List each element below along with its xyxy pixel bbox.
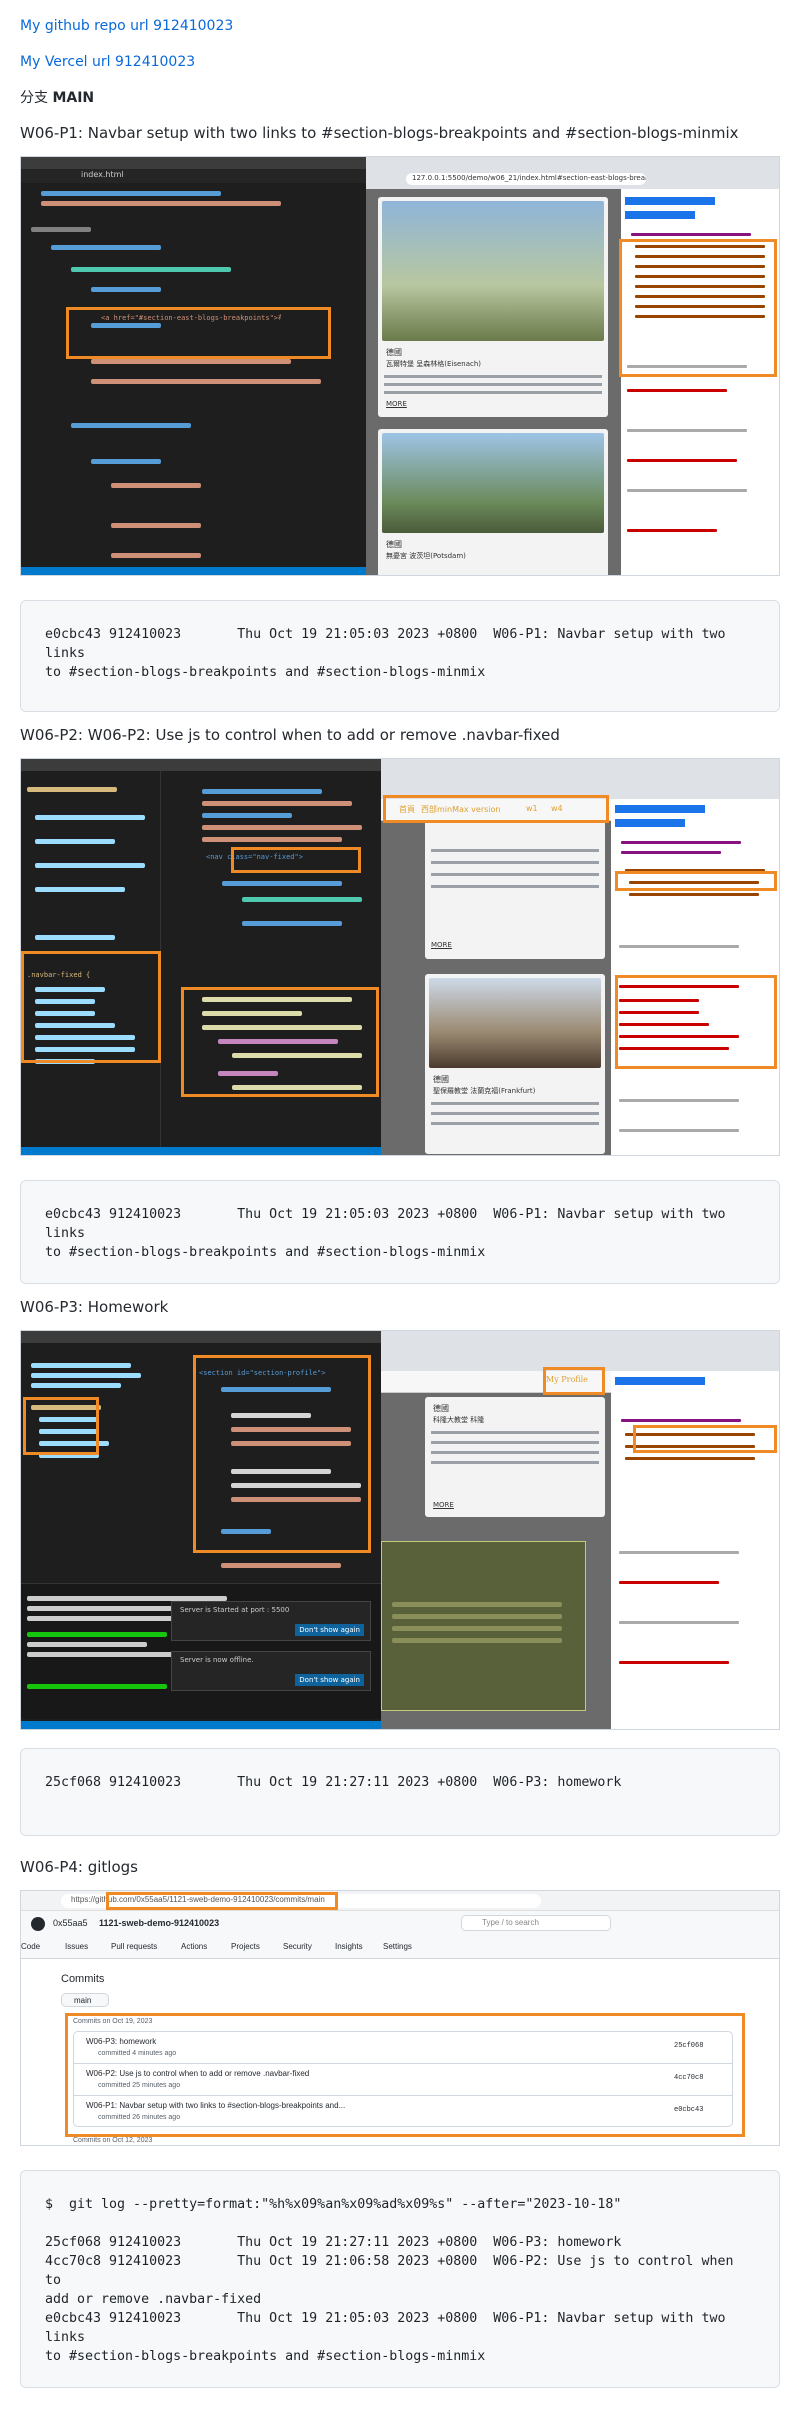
highlight-devtools-box bbox=[619, 239, 777, 377]
card-p3-title: 德國 bbox=[433, 1404, 449, 1413]
browser-viewport: 德國 瓦爾特堡 呈森林格(Eisenach) MORE 德國 無憂宮 波茨坦(P… bbox=[366, 189, 621, 575]
blog-card-p2-2: 德國 聖保羅教堂 法蘭克福(Frankfurt) bbox=[425, 974, 605, 1154]
branch-selector[interactable]: main bbox=[61, 1993, 109, 2007]
branch-name: MAIN bbox=[52, 90, 95, 106]
browser-chrome: 127.0.0.1:5500/demo/w06_21/index.html#se… bbox=[366, 157, 779, 189]
highlight-profile-nav bbox=[543, 1367, 605, 1395]
screenshot-p4: https://github.com/0x55aa5/1121-sweb-dem… bbox=[20, 1890, 780, 2146]
browser-viewport-p2: MORE 德國 聖保羅教堂 法蘭克福(Frankfurt) bbox=[381, 799, 611, 1155]
repo-tabs: Code Issues Pull requests Actions Projec… bbox=[21, 1939, 421, 1957]
search-input[interactable]: Type / to search bbox=[461, 1915, 611, 1931]
highlight-commits bbox=[65, 2013, 745, 2137]
highlight-nav-code bbox=[231, 847, 361, 873]
card-p3-more[interactable]: MORE bbox=[433, 1501, 454, 1509]
tab-settings[interactable]: Settings bbox=[383, 1942, 412, 1951]
card1-more-link[interactable]: MORE bbox=[386, 400, 407, 408]
github-repo-link[interactable]: My github repo url 912410023 bbox=[20, 16, 780, 36]
highlight-url bbox=[106, 1892, 338, 1910]
tab-insights[interactable]: Insights bbox=[335, 1942, 363, 1951]
vscode-editor: <a href="#section-east-blogs-breakpoints… bbox=[21, 183, 366, 567]
notification-server-offline: Server is now offline. Don't show again bbox=[171, 1651, 371, 1691]
highlight-dt-element bbox=[615, 871, 777, 891]
repo-name[interactable]: 1121-sweb-demo-912410023 bbox=[99, 1918, 219, 1928]
highlight-css-box bbox=[21, 951, 161, 1063]
blog-card-p3: 德國 科隆大教堂 科隆 MORE bbox=[425, 1397, 605, 1517]
tab-code[interactable]: Code bbox=[21, 1942, 40, 1951]
screenshot-p1: index.html <a href="#section-east-blogs-… bbox=[20, 156, 780, 576]
tab-issues[interactable]: Issues bbox=[65, 1942, 88, 1951]
section-title-p4: W06-P4: gitlogs bbox=[20, 1858, 138, 1876]
vscode-tabs: index.html bbox=[21, 169, 366, 183]
blog-card-2: 德國 無憂宮 波茨坦(Potsdam) bbox=[378, 429, 608, 575]
address-bar[interactable]: 127.0.0.1:5500/demo/w06_21/index.html#se… bbox=[406, 173, 646, 185]
blog-card-1: 德國 瓦爾特堡 呈森林格(Eisenach) MORE bbox=[378, 197, 608, 417]
owner-name[interactable]: 0x55aa5 bbox=[53, 1918, 88, 1928]
branch-heading: 分支 MAIN bbox=[20, 88, 780, 108]
tab-actions[interactable]: Actions bbox=[181, 1942, 207, 1951]
dont-show-button-2[interactable]: Don't show again bbox=[295, 1674, 364, 1686]
highlight-code-box bbox=[66, 307, 331, 359]
notification-server-started: Server is Started at port : 5500 Don't s… bbox=[171, 1601, 371, 1641]
highlight-dt-styles bbox=[615, 975, 777, 1069]
highlight-navbar bbox=[383, 795, 609, 823]
commits-heading: Commits bbox=[61, 1973, 105, 1985]
git-log-block-p4: $ git log --pretty=format:"%h%x09%an%x09… bbox=[20, 2170, 780, 2388]
vscode-titlebar bbox=[21, 157, 366, 169]
branch-prefix: 分支 bbox=[20, 90, 48, 106]
browser-viewport-p3: 德國 科隆大教堂 科隆 MORE bbox=[381, 1371, 611, 1729]
tab-projects[interactable]: Projects bbox=[231, 1942, 260, 1951]
vercel-link[interactable]: My Vercel url 912410023 bbox=[20, 52, 780, 72]
card-p3-sub: 科隆大教堂 科隆 bbox=[433, 1416, 485, 1424]
card1-title: 德國 bbox=[386, 348, 402, 357]
github-logo-icon[interactable] bbox=[31, 1917, 45, 1931]
tab-pull-requests[interactable]: Pull requests bbox=[111, 1942, 157, 1951]
git-log-block-p2: e0cbc43 912410023 Thu Oct 19 21:05:03 20… bbox=[20, 1180, 780, 1284]
commit-group-oct12: Commits on Oct 12, 2023 bbox=[73, 2137, 153, 2144]
card-p2-sub: 聖保羅教堂 法蘭克福(Frankfurt) bbox=[433, 1087, 536, 1095]
tab-security[interactable]: Security bbox=[283, 1942, 312, 1951]
card1-sub: 瓦爾特堡 呈森林格(Eisenach) bbox=[386, 360, 482, 368]
dont-show-button-1[interactable]: Don't show again bbox=[295, 1624, 364, 1636]
page: My github repo url 912410023 My Vercel u… bbox=[0, 0, 800, 2388]
screenshot-p3: <section id="section-profile"> Server is… bbox=[20, 1330, 780, 1730]
git-log-block-p1: e0cbc43 912410023 Thu Oct 19 21:05:03 20… bbox=[20, 600, 780, 712]
profile-section bbox=[381, 1541, 586, 1711]
card2-sub: 無憂宮 波茨坦(Potsdam) bbox=[386, 552, 466, 560]
card-p2-title: 德國 bbox=[433, 1075, 449, 1084]
screenshot-p2: .navbar-fixed { <nav class="nav-fixed"> bbox=[20, 758, 780, 1156]
highlight-html-p3 bbox=[193, 1355, 371, 1553]
vscode-tab-label[interactable]: index.html bbox=[81, 170, 124, 179]
card-p2-more[interactable]: MORE bbox=[431, 941, 452, 949]
blog-card-p2-1: MORE bbox=[425, 809, 605, 959]
github-header: 0x55aa5 1121-sweb-demo-912410023 Type / … bbox=[21, 1911, 779, 1959]
highlight-css-p3 bbox=[23, 1397, 99, 1455]
section-title-p1: W06-P1: Navbar setup with two links to #… bbox=[20, 124, 739, 142]
highlight-js-code bbox=[181, 987, 379, 1097]
section-title-p2: W06-P2: W06-P2: Use js to control when t… bbox=[20, 726, 560, 744]
section-title-p3: W06-P3: Homework bbox=[20, 1298, 169, 1316]
vscode-statusbar bbox=[21, 567, 366, 575]
git-log-block-p3: 25cf068 912410023 Thu Oct 19 21:27:11 20… bbox=[20, 1748, 780, 1836]
card2-title: 德國 bbox=[386, 540, 402, 549]
highlight-dt-p3 bbox=[633, 1425, 777, 1453]
